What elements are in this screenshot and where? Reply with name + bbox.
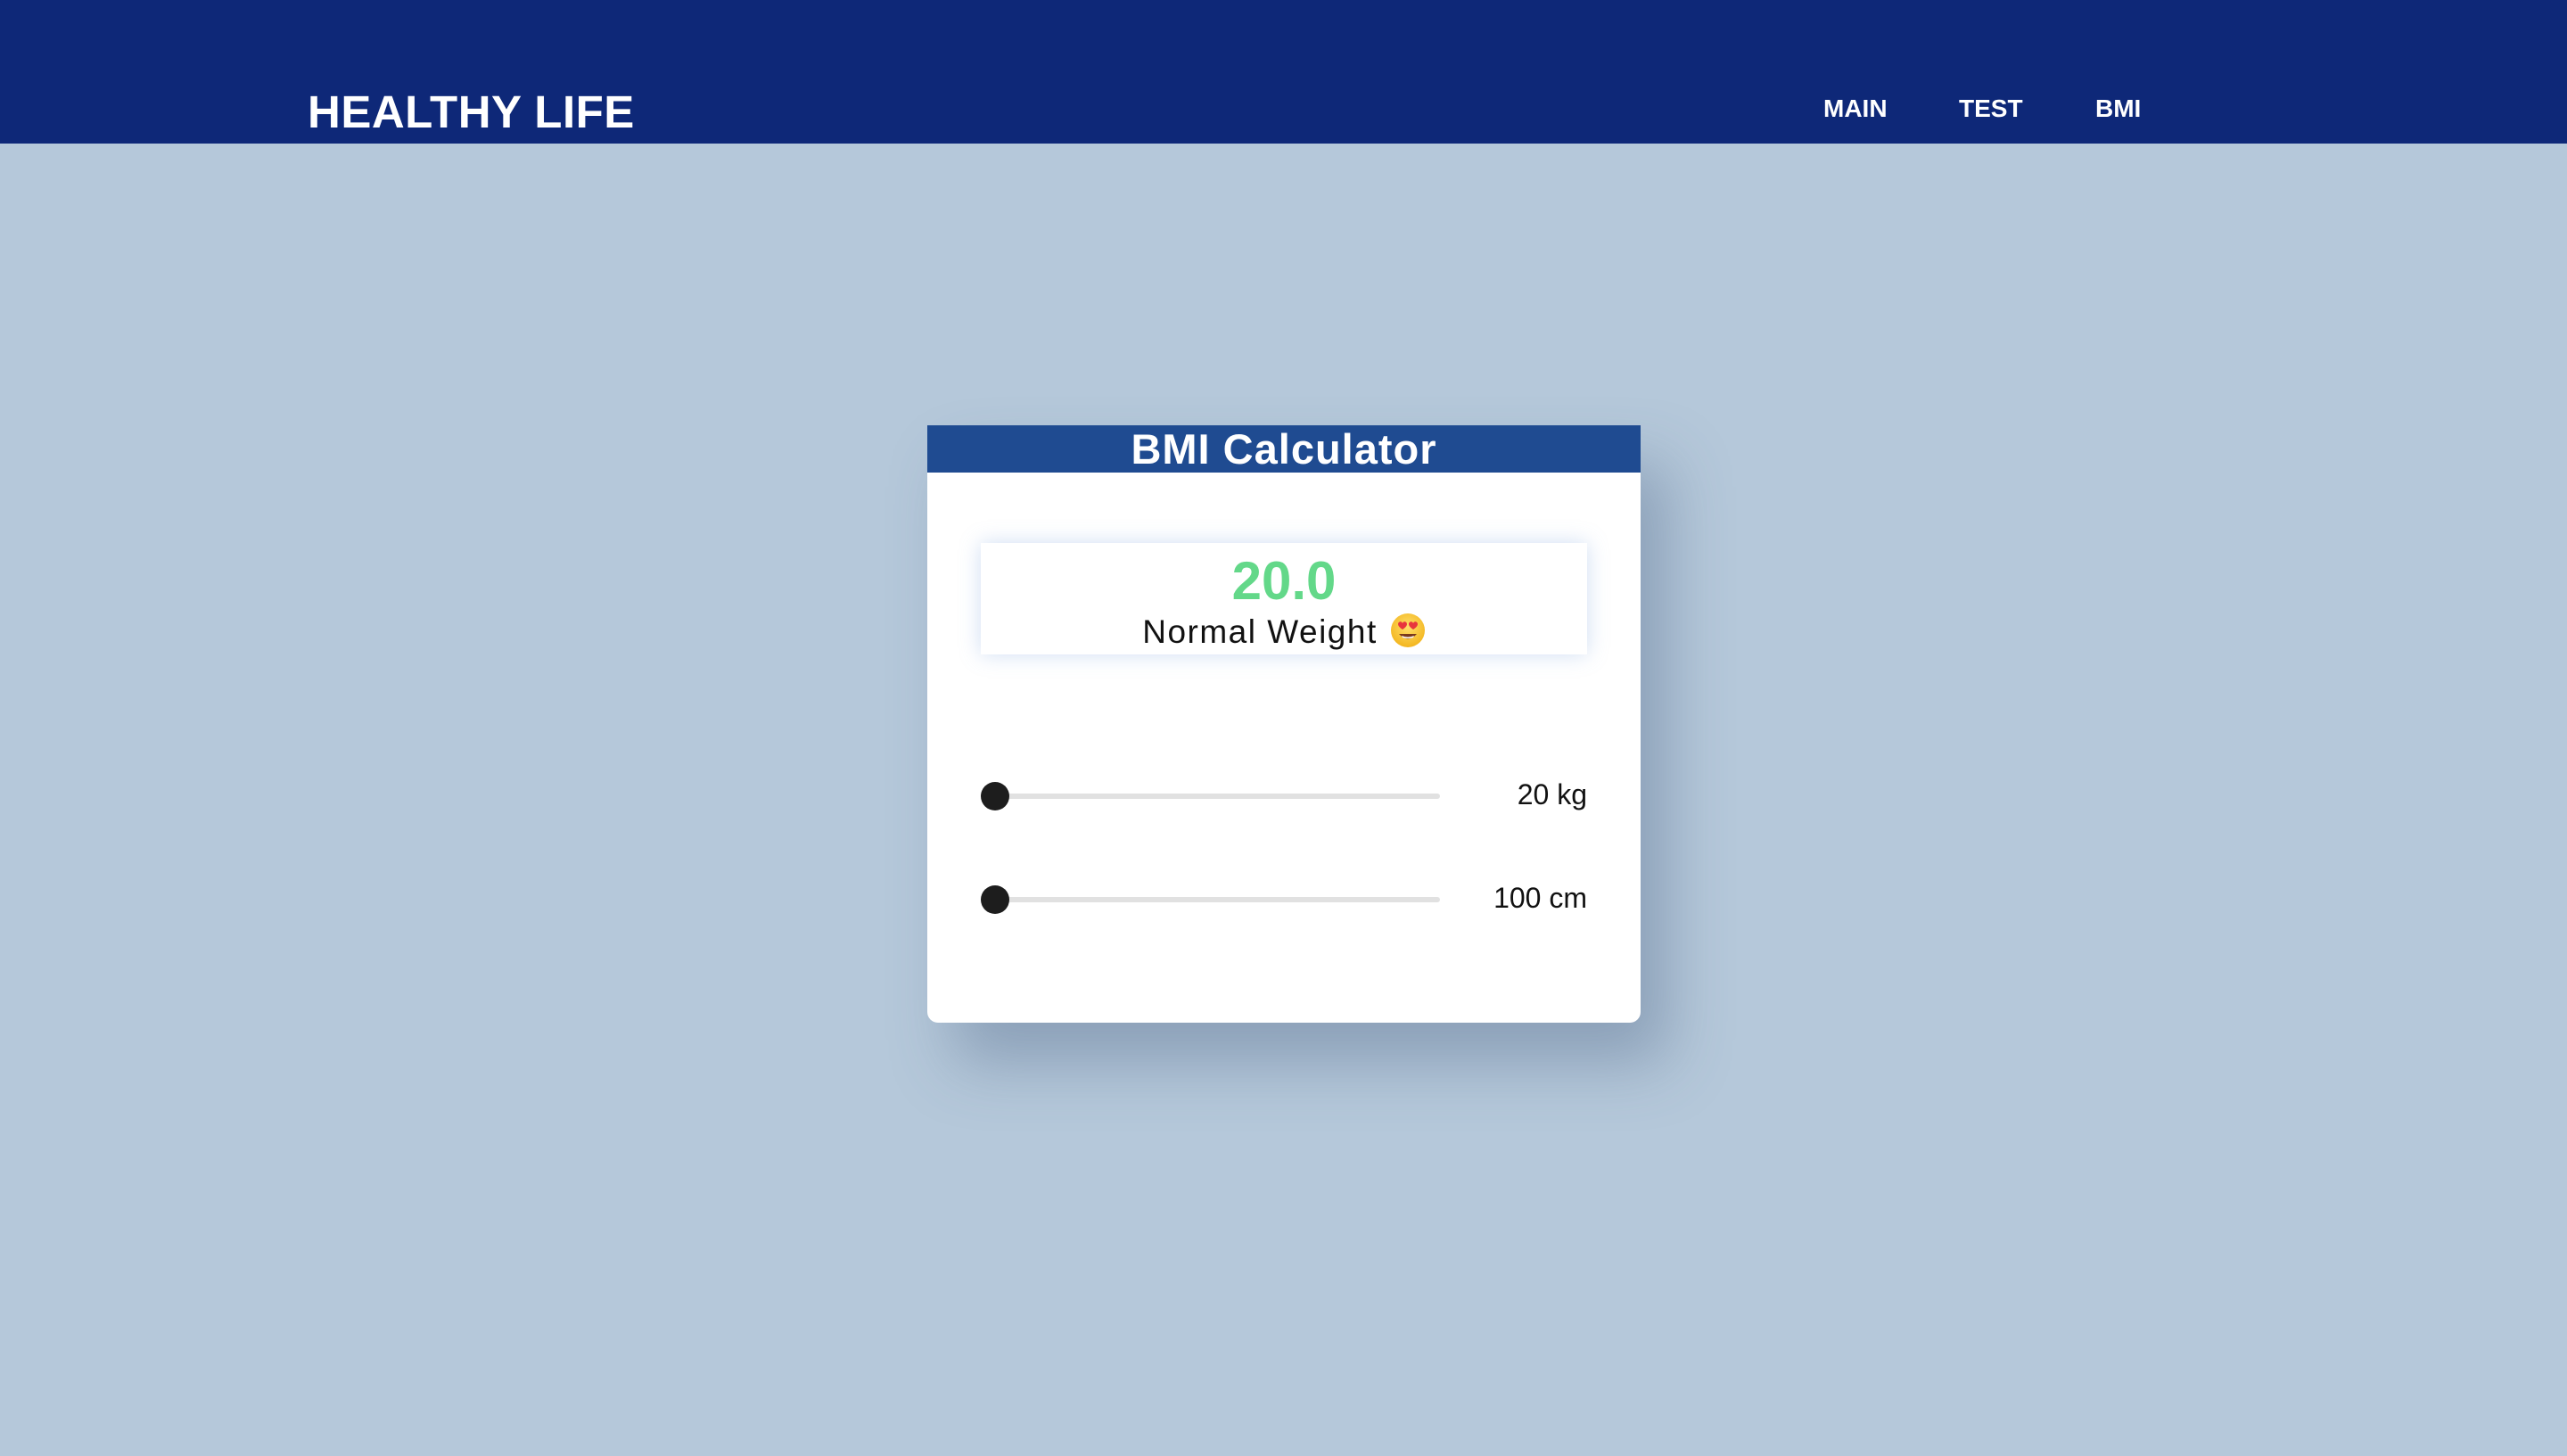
height-slider-thumb[interactable] — [981, 885, 1009, 914]
bmi-category-row: Normal Weight — [981, 613, 1587, 648]
top-navbar: HEALTHY LIFE MAIN TEST BMI — [0, 0, 2567, 144]
nav-link-test[interactable]: TEST — [1959, 96, 2023, 121]
bmi-category-label: Normal Weight — [1142, 613, 1378, 650]
height-slider-row: 100 cm — [981, 881, 1587, 917]
nav-link-bmi[interactable]: BMI — [2095, 96, 2141, 121]
bmi-result-box: 20.0 Normal Weight — [981, 543, 1587, 654]
weight-slider-thumb[interactable] — [981, 782, 1009, 810]
weight-slider-row: 20 kg — [981, 777, 1587, 813]
weight-slider-track[interactable] — [981, 794, 1440, 799]
height-value: 100 cm — [1493, 882, 1587, 914]
weight-value: 20 kg — [1517, 778, 1587, 810]
nav-link-main[interactable]: MAIN — [1823, 96, 1888, 121]
site-logo-text[interactable]: HEALTHY LIFE — [308, 89, 635, 135]
heart-eyes-face-icon — [1390, 613, 1426, 648]
card-title: BMI Calculator — [1131, 425, 1437, 473]
bmi-calculator-card: BMI Calculator 20.0 Normal Weight 20 kg … — [927, 425, 1641, 1023]
bmi-value: 20.0 — [1231, 551, 1337, 611]
height-slider-track[interactable] — [981, 897, 1440, 902]
